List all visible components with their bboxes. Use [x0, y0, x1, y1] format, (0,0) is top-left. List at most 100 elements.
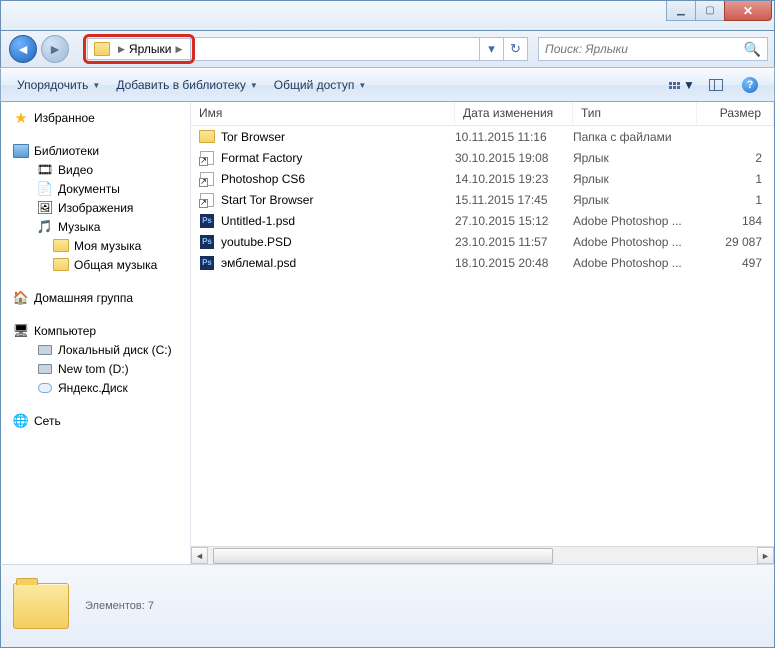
sidebar-favorites[interactable]: ★Избранное	[1, 108, 190, 127]
sidebar-item-label: Библиотеки	[34, 144, 99, 158]
sidebar-item-label: Изображения	[58, 201, 133, 215]
details-pane: Элементов: 7	[0, 564, 775, 648]
file-icon	[199, 129, 215, 145]
address-bar-rest[interactable]	[195, 37, 480, 61]
preview-pane-button[interactable]	[700, 73, 732, 97]
minimize-button[interactable]	[666, 1, 696, 21]
view-mode-button[interactable]: ▼	[666, 73, 698, 97]
sidebar-item-label: Общая музыка	[74, 258, 157, 272]
horizontal-scrollbar[interactable]: ◄ ►	[191, 546, 774, 564]
column-date[interactable]: Дата изменения	[455, 102, 573, 125]
file-name: Tor Browser	[221, 130, 285, 144]
file-size: 184	[697, 214, 774, 228]
breadcrumb-highlight: ▶ Ярлыки ▶	[83, 34, 195, 64]
file-date: 15.11.2015 17:45	[455, 193, 573, 207]
file-icon	[199, 213, 215, 229]
file-size: 497	[697, 256, 774, 270]
sidebar-item-label: Видео	[58, 163, 93, 177]
file-size: 2	[697, 151, 774, 165]
add-to-library-menu[interactable]: Добавить в библиотеку▼	[108, 74, 265, 96]
file-row[interactable]: Tor Browser10.11.2015 11:16Папка с файла…	[191, 126, 774, 147]
column-size[interactable]: Размер	[697, 102, 774, 125]
sidebar-homegroup[interactable]: Домашняя группа	[1, 288, 190, 307]
sidebar-drive-d[interactable]: New tom (D:)	[1, 359, 190, 378]
file-icon	[199, 171, 215, 187]
file-size: 1	[697, 172, 774, 186]
search-box[interactable]: 🔍	[538, 37, 768, 61]
help-button[interactable]: ?	[734, 73, 766, 97]
file-row[interactable]: Start Tor Browser15.11.2015 17:45Ярлык1	[191, 189, 774, 210]
search-input[interactable]	[545, 42, 744, 56]
video-icon	[37, 162, 53, 178]
sidebar-item-label: Домашняя группа	[34, 291, 133, 305]
chevron-right-icon: ▶	[175, 44, 182, 55]
file-icon	[199, 150, 215, 166]
dropdown-button[interactable]: ▾	[480, 37, 504, 61]
file-date: 23.10.2015 11:57	[455, 235, 573, 249]
sidebar-item-label: Компьютер	[34, 324, 96, 338]
sidebar-documents[interactable]: Документы	[1, 179, 190, 198]
column-name[interactable]: Имя	[191, 102, 455, 125]
close-button[interactable]	[724, 1, 772, 21]
sidebar-drive-c[interactable]: Локальный диск (C:)	[1, 340, 190, 359]
breadcrumb[interactable]: ▶ Ярлыки ▶	[87, 38, 191, 60]
homegroup-icon	[13, 290, 29, 306]
toolbar: Упорядочить▼ Добавить в библиотеку▼ Общи…	[0, 68, 775, 102]
file-name: Format Factory	[221, 151, 302, 165]
scroll-left-button[interactable]: ◄	[191, 547, 208, 564]
file-icon	[199, 234, 215, 250]
sidebar-item-label: Моя музыка	[74, 239, 141, 253]
music-icon	[37, 219, 53, 235]
share-label: Общий доступ	[274, 78, 355, 92]
search-icon: 🔍	[744, 41, 761, 58]
sidebar-yandex-disk[interactable]: Яндекс.Диск	[1, 378, 190, 397]
file-name: Untitled-1.psd	[221, 214, 295, 228]
file-type: Ярлык	[573, 151, 697, 165]
pictures-icon	[37, 200, 53, 216]
scroll-right-button[interactable]: ►	[757, 547, 774, 564]
back-button[interactable]: ◄	[9, 35, 37, 63]
computer-icon	[13, 323, 29, 339]
share-menu[interactable]: Общий доступ▼	[266, 74, 375, 96]
drive-icon	[37, 361, 53, 377]
sidebar-my-music[interactable]: Моя музыка	[1, 236, 190, 255]
file-date: 18.10.2015 20:48	[455, 256, 573, 270]
file-list: Tor Browser10.11.2015 11:16Папка с файла…	[191, 126, 774, 546]
column-headers: Имя Дата изменения Тип Размер	[191, 102, 774, 126]
file-row[interactable]: Photoshop CS614.10.2015 19:23Ярлык1	[191, 168, 774, 189]
maximize-button[interactable]	[695, 1, 725, 21]
file-type: Папка с файлами	[573, 130, 697, 144]
sidebar-public-music[interactable]: Общая музыка	[1, 255, 190, 274]
file-type: Ярлык	[573, 172, 697, 186]
file-row[interactable]: Untitled-1.psd27.10.2015 15:12Adobe Phot…	[191, 210, 774, 231]
folder-icon	[53, 257, 69, 273]
column-type[interactable]: Тип	[573, 102, 697, 125]
folder-icon	[94, 42, 110, 56]
file-name: youtube.PSD	[221, 235, 292, 249]
file-row[interactable]: Format Factory30.10.2015 19:08Ярлык2	[191, 147, 774, 168]
file-row[interactable]: youtube.PSD 23.10.2015 11:57Adobe Photosh…	[191, 231, 774, 252]
refresh-button[interactable]: ↻	[504, 37, 528, 61]
scroll-thumb[interactable]	[213, 548, 553, 564]
grid-icon	[669, 82, 680, 89]
titlebar	[0, 0, 775, 30]
sidebar-libraries[interactable]: Библиотеки	[1, 141, 190, 160]
file-type: Adobe Photoshop ...	[573, 235, 697, 249]
organize-menu[interactable]: Упорядочить▼	[9, 74, 108, 96]
cloud-icon	[37, 380, 53, 396]
sidebar-video[interactable]: Видео	[1, 160, 190, 179]
sidebar-item-label: Избранное	[34, 111, 95, 125]
sidebar-pictures[interactable]: Изображения	[1, 198, 190, 217]
sidebar-computer[interactable]: Компьютер	[1, 321, 190, 340]
file-row[interactable]: эмблемаI.psd18.10.2015 20:48Adobe Photos…	[191, 252, 774, 273]
drive-icon	[37, 342, 53, 358]
add-library-label: Добавить в библиотеку	[116, 78, 246, 92]
file-type: Adobe Photoshop ...	[573, 256, 697, 270]
document-icon	[37, 181, 53, 197]
file-size: 29 087	[697, 235, 774, 249]
sidebar-item-label: Локальный диск (C:)	[58, 343, 172, 357]
sidebar-network[interactable]: Сеть	[1, 411, 190, 430]
forward-button[interactable]: ►	[41, 35, 69, 63]
sidebar-music[interactable]: Музыка	[1, 217, 190, 236]
breadcrumb-label: Ярлыки	[129, 42, 172, 56]
